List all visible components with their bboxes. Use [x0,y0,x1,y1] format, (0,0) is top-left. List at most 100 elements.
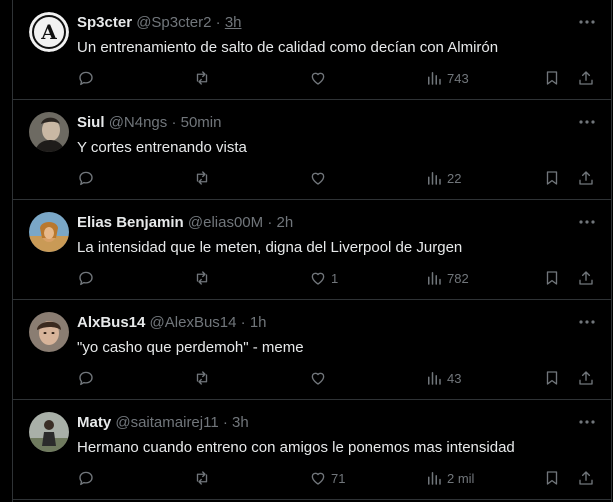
tweet-actions: 43 [77,366,607,390]
retweet-button[interactable] [193,466,211,490]
more-icon[interactable] [577,12,597,32]
share-button[interactable] [577,266,595,290]
handle[interactable]: @saitamairej11 [115,414,218,431]
bookmark-button[interactable] [543,66,561,90]
like-icon [309,69,327,87]
retweet-button[interactable] [193,166,211,190]
views-icon [425,269,443,287]
tweet-item[interactable]: A Sp3cter @Sp3cter2 · 3h Un entrenamient… [13,0,611,100]
avatar[interactable] [29,412,69,452]
separator-dot: · [215,14,221,31]
more-icon[interactable] [577,412,597,432]
tweet-actions: 22 [77,166,607,190]
reply-button[interactable] [77,466,95,490]
avatar[interactable] [29,112,69,152]
share-button[interactable] [577,166,595,190]
svg-text:A: A [40,20,57,44]
reply-feed: A Sp3cter @Sp3cter2 · 3h Un entrenamient… [12,0,612,502]
reply-button[interactable] [77,366,95,390]
avatar[interactable]: A [29,12,69,52]
views-icon [425,169,443,187]
timestamp[interactable]: 3h [225,14,242,31]
views-count: 2 mil [447,470,475,486]
share-button[interactable] [577,366,595,390]
more-icon[interactable] [577,112,597,132]
reply-icon [77,69,95,87]
bookmark-icon [543,469,561,487]
reply-icon [77,469,95,487]
views-count: 782 [447,270,469,286]
avatar[interactable] [29,312,69,352]
like-button[interactable] [309,166,331,190]
timestamp[interactable]: 2h [277,214,294,231]
tweet-actions: 1 782 [77,266,607,290]
reply-button[interactable] [77,166,95,190]
bookmark-button[interactable] [543,366,561,390]
more-icon[interactable] [577,312,597,332]
like-count: 71 [331,470,346,486]
more-icon[interactable] [577,212,597,232]
handle[interactable]: @N4ngs [109,114,168,131]
views-button[interactable]: 743 [425,66,469,90]
share-button[interactable] [577,66,595,90]
tweet-item[interactable]: AlxBus14 @AlexBus14 · 1h "yo casho que p… [13,300,611,400]
bookmark-icon [543,169,561,187]
separator-dot: · [240,314,246,331]
separator-dot: · [171,114,177,131]
separator-dot: · [267,214,273,231]
retweet-icon [193,469,211,487]
tweet-header: AlxBus14 @AlexBus14 · 1h [77,314,267,332]
display-name[interactable]: Elias Benjamin [77,214,184,231]
tweet-actions: 743 [77,66,607,90]
handle[interactable]: @AlexBus14 [150,314,237,331]
display-name[interactable]: Siul [77,114,105,131]
views-count: 43 [447,370,462,386]
bookmark-icon [543,69,561,87]
retweet-icon [193,269,211,287]
tweet-text: "yo casho que perdemoh" - meme [77,339,304,356]
reply-button[interactable] [77,66,95,90]
share-icon [577,469,595,487]
timestamp[interactable]: 3h [232,414,249,431]
like-button[interactable] [309,66,331,90]
retweet-button[interactable] [193,366,211,390]
tweet-text: Un entrenamiento de salto de calidad com… [77,39,499,56]
timestamp[interactable]: 1h [250,314,267,331]
tweet-header: Sp3cter @Sp3cter2 · 3h [77,14,242,32]
reply-icon [77,269,95,287]
views-button[interactable]: 43 [425,366,461,390]
bookmark-button[interactable] [543,166,561,190]
views-button[interactable]: 22 [425,166,461,190]
display-name[interactable]: Sp3cter [77,14,132,31]
like-button[interactable] [309,366,331,390]
handle[interactable]: @elias00M [188,214,263,231]
share-icon [577,169,595,187]
like-icon [309,169,327,187]
like-button[interactable]: 1 [309,266,338,290]
timestamp[interactable]: 50min [181,114,222,131]
retweet-button[interactable] [193,266,211,290]
tweet-item[interactable]: Siul @N4ngs · 50min Y cortes entrenando … [13,100,611,200]
views-icon [425,369,443,387]
retweet-button[interactable] [193,66,211,90]
retweet-icon [193,369,211,387]
bookmark-icon [543,369,561,387]
bookmark-button[interactable] [543,266,561,290]
reply-button[interactable] [77,266,95,290]
like-count: 1 [331,270,339,286]
like-icon [309,369,327,387]
like-icon [309,269,327,287]
share-icon [577,69,595,87]
views-button[interactable]: 2 mil [425,466,474,490]
like-button[interactable]: 71 [309,466,345,490]
handle[interactable]: @Sp3cter2 [136,14,211,31]
share-icon [577,269,595,287]
avatar[interactable] [29,212,69,252]
share-button[interactable] [577,466,595,490]
tweet-item[interactable]: Maty @saitamairej11 · 3h Hermano cuando … [13,400,611,500]
display-name[interactable]: AlxBus14 [77,314,145,331]
views-button[interactable]: 782 [425,266,469,290]
bookmark-button[interactable] [543,466,561,490]
display-name[interactable]: Maty [77,414,111,431]
tweet-item[interactable]: Elias Benjamin @elias00M · 2h La intensi… [13,200,611,300]
